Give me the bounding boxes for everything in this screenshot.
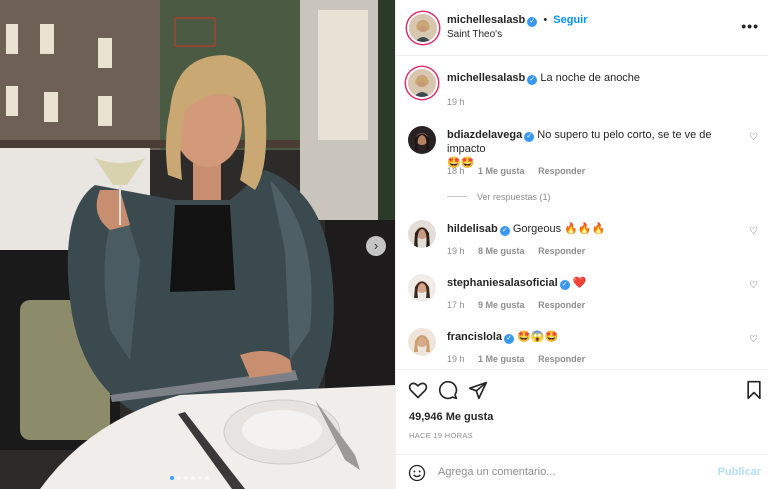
verified-badge-icon: ✓ bbox=[504, 334, 515, 344]
save-bookmark-icon[interactable] bbox=[744, 380, 764, 400]
photo-illustration bbox=[0, 0, 395, 489]
caption-username[interactable]: michellesalasb bbox=[447, 72, 525, 84]
carousel-dot bbox=[191, 476, 195, 480]
carousel-dot bbox=[170, 476, 174, 480]
comment-like-heart-icon[interactable]: ♡ bbox=[749, 132, 758, 143]
post-details-panel: michellesalasb ✓ • Seguir Saint Theo's ••… bbox=[395, 0, 768, 489]
comment-bubble-icon[interactable] bbox=[438, 380, 458, 400]
verified-badge-icon: ✓ bbox=[524, 132, 535, 142]
comment-like-heart-icon[interactable]: ♡ bbox=[749, 226, 758, 237]
share-paper-plane-icon[interactable] bbox=[468, 380, 488, 400]
commenter-avatar[interactable] bbox=[408, 220, 436, 248]
comment-text: Gorgeous bbox=[512, 223, 562, 235]
comment-reply-button[interactable]: Responder bbox=[538, 354, 585, 364]
carousel-dot bbox=[198, 476, 202, 480]
verified-badge-icon: ✓ bbox=[559, 280, 570, 290]
comment-time[interactable]: 19 h bbox=[447, 246, 465, 256]
post-location[interactable]: Saint Theo's bbox=[447, 29, 502, 40]
comment-emoji: ❤️ bbox=[572, 277, 587, 289]
commenter-avatar[interactable] bbox=[408, 328, 436, 356]
comment-text-line: hildelisab ✓ Gorgeous 🔥🔥🔥 bbox=[447, 222, 737, 236]
carousel-dot bbox=[205, 476, 209, 480]
author-line: michellesalasb ✓ • Seguir bbox=[447, 14, 588, 27]
comment-username[interactable]: francislola bbox=[447, 331, 502, 343]
add-comment-bar: Publicar bbox=[396, 454, 768, 489]
comment-time[interactable]: 19 h bbox=[447, 354, 465, 364]
comment-text-line: bdiazdelavega ✓ No supero tu pelo corto, … bbox=[447, 128, 737, 170]
comments-list: michellesalasb ✓ La noche de anoche 19 h … bbox=[396, 57, 768, 375]
post-timestamp[interactable]: HACE 19 HORAS bbox=[409, 431, 473, 440]
comment-reply-button[interactable]: Responder bbox=[538, 166, 585, 176]
comment-meta: 17 h 9 Me gusta Responder bbox=[447, 300, 596, 310]
caption-text: La noche de anoche bbox=[540, 72, 641, 84]
caption-text-line: michellesalasb ✓ La noche de anoche bbox=[447, 71, 737, 85]
emoji-picker-icon[interactable] bbox=[408, 464, 426, 482]
comment-reply-button[interactable]: Responder bbox=[538, 246, 585, 256]
view-replies-button[interactable]: Ver respuestas (1) bbox=[447, 192, 551, 202]
comment-likes[interactable]: 8 Me gusta bbox=[478, 246, 525, 256]
author-avatar[interactable] bbox=[409, 14, 437, 42]
follow-button[interactable]: Seguir bbox=[553, 14, 587, 26]
comment-text-line: stephaniesalasoficial ✓ ❤️ bbox=[447, 276, 737, 290]
comment-reply-button[interactable]: Responder bbox=[538, 300, 585, 310]
likes-count[interactable]: 49,946 Me gusta bbox=[409, 411, 493, 423]
carousel-dot bbox=[184, 476, 188, 480]
post-actions: 49,946 Me gusta HACE 19 HORAS bbox=[396, 369, 768, 459]
author-username[interactable]: michellesalasb bbox=[447, 14, 525, 26]
publish-button[interactable]: Publicar bbox=[718, 466, 761, 478]
comment-likes[interactable]: 9 Me gusta bbox=[478, 300, 525, 310]
carousel-dots bbox=[170, 476, 209, 480]
verified-badge-icon: ✓ bbox=[527, 17, 538, 27]
comment-emoji: 🔥🔥🔥 bbox=[564, 223, 606, 235]
comment-time[interactable]: 18 h bbox=[447, 166, 465, 176]
comment-input[interactable] bbox=[438, 463, 698, 481]
carousel-dot bbox=[177, 476, 181, 480]
post-photo[interactable]: › bbox=[0, 0, 395, 489]
comment-likes[interactable]: 1 Me gusta bbox=[478, 166, 525, 176]
commenter-avatar[interactable] bbox=[408, 274, 436, 302]
comment-username[interactable]: hildelisab bbox=[447, 223, 498, 235]
separator-dot: • bbox=[543, 14, 548, 26]
comment-username[interactable]: bdiazdelavega bbox=[447, 129, 522, 141]
comment-meta: 19 h 1 Me gusta Responder bbox=[447, 354, 596, 364]
carousel-next-button[interactable]: › bbox=[366, 236, 386, 256]
comment-username[interactable]: stephaniesalasoficial bbox=[447, 277, 558, 289]
post-header: michellesalasb ✓ • Seguir Saint Theo's ••… bbox=[396, 0, 768, 56]
comment-like-heart-icon[interactable]: ♡ bbox=[749, 280, 758, 291]
comment-emoji: 🤩😱🤩 bbox=[517, 331, 559, 343]
verified-badge-icon: ✓ bbox=[527, 75, 538, 85]
comment-like-heart-icon[interactable]: ♡ bbox=[749, 334, 758, 345]
caption-avatar[interactable] bbox=[408, 69, 436, 97]
caption-meta: 19 h bbox=[447, 97, 476, 107]
more-options-icon[interactable]: ••• bbox=[741, 18, 759, 34]
comment-text-line: francislola ✓ 🤩😱🤩 bbox=[447, 330, 737, 344]
caption-time[interactable]: 19 h bbox=[447, 97, 465, 107]
like-heart-icon[interactable] bbox=[408, 380, 428, 400]
comment-meta: 18 h 1 Me gusta Responder bbox=[447, 166, 596, 176]
comment-time[interactable]: 17 h bbox=[447, 300, 465, 310]
commenter-avatar[interactable] bbox=[408, 126, 436, 154]
verified-badge-icon: ✓ bbox=[499, 226, 510, 236]
comment-meta: 19 h 8 Me gusta Responder bbox=[447, 246, 596, 256]
comment-likes[interactable]: 1 Me gusta bbox=[478, 354, 525, 364]
